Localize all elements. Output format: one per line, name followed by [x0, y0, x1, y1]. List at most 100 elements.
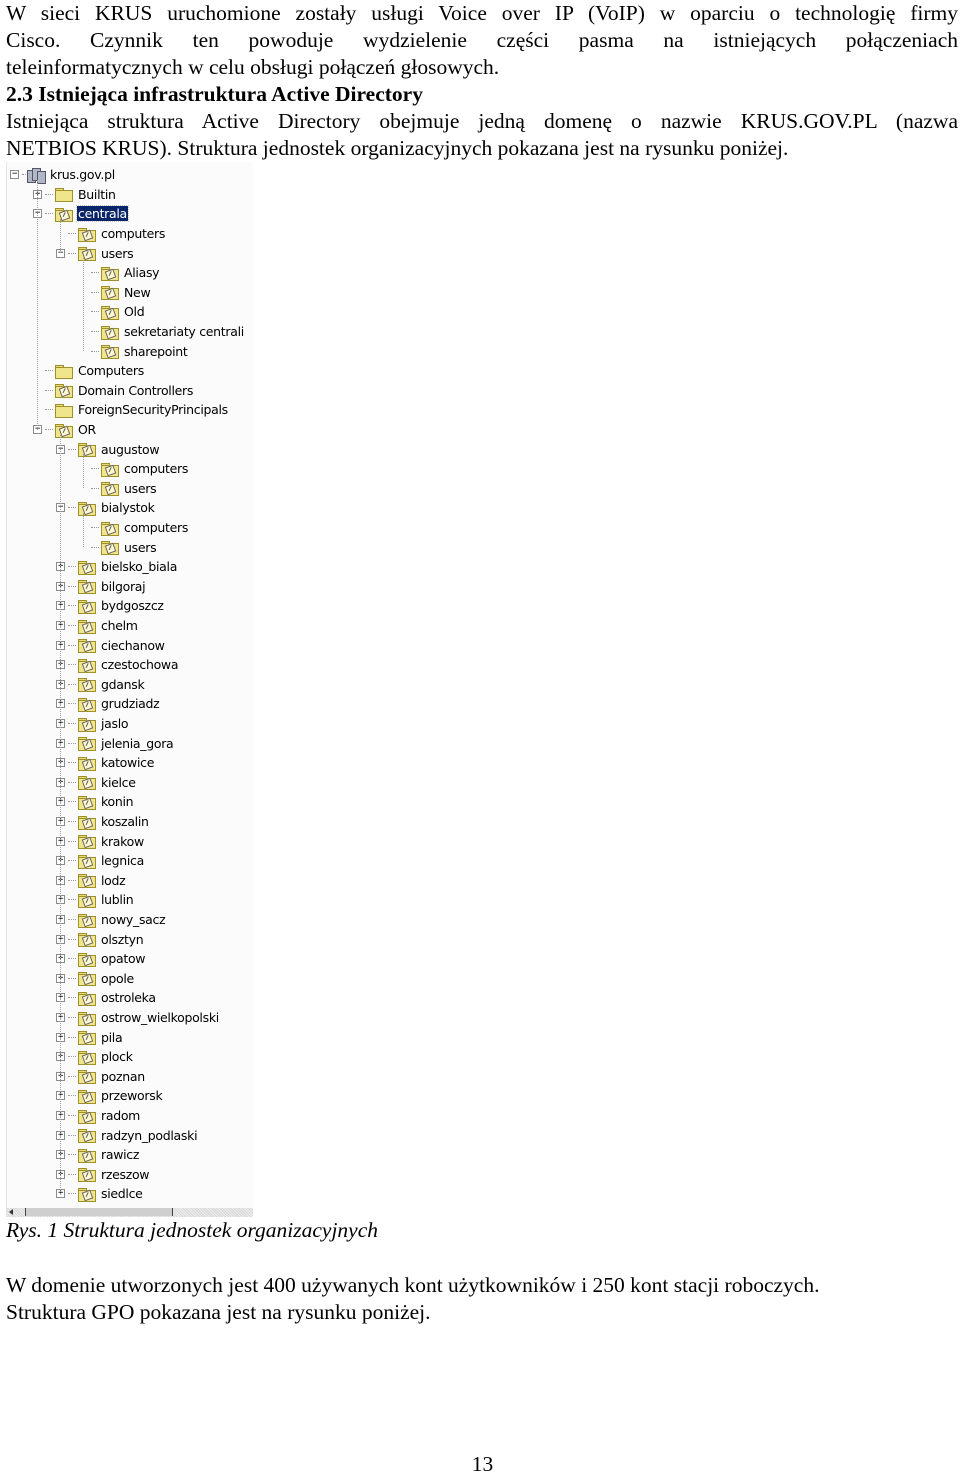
tree-node[interactable]: + bilgoraj: [56, 577, 146, 597]
tree-node[interactable]: + nowy_sacz: [56, 910, 166, 930]
tree-node[interactable]: + czestochowa: [56, 655, 179, 675]
scroll-left-arrow-icon[interactable]: [9, 1209, 13, 1215]
horizontal-scrollbar[interactable]: [7, 1208, 253, 1217]
tree-node-label[interactable]: czestochowa: [100, 657, 179, 672]
tree-node-label[interactable]: kielce: [100, 775, 137, 790]
tree-node[interactable]: + chelm: [56, 616, 139, 636]
tree-node[interactable]: + plock: [56, 1047, 134, 1067]
tree-node[interactable]: + krakow: [56, 831, 145, 851]
tree-node[interactable]: + ostrow_wielkopolski: [56, 1008, 220, 1028]
tree-node[interactable]: + rzeszow: [56, 1165, 150, 1185]
tree-node[interactable]: + jaslo: [56, 714, 129, 734]
tree-node-label[interactable]: katowice: [100, 755, 155, 770]
tree-node-label[interactable]: computers: [123, 461, 189, 476]
tree-node[interactable]: − krus.gov.pl: [10, 165, 116, 185]
tree-node[interactable]: Old: [79, 302, 145, 322]
tree-node[interactable]: − centrala: [33, 204, 129, 224]
tree-node[interactable]: computers: [79, 459, 189, 479]
tree-node-label[interactable]: lublin: [100, 892, 134, 907]
tree-node-label[interactable]: OR: [77, 422, 97, 437]
tree-node-label[interactable]: New: [123, 285, 151, 300]
tree-node-label[interactable]: legnica: [100, 853, 145, 868]
tree-node[interactable]: users: [79, 537, 157, 557]
tree-node[interactable]: + pila: [56, 1027, 123, 1047]
tree-node-label[interactable]: jaslo: [100, 716, 129, 731]
tree-node-label[interactable]: bialystok: [100, 500, 156, 515]
tree-node-label[interactable]: pila: [100, 1030, 123, 1045]
tree-node-label[interactable]: poznan: [100, 1069, 146, 1084]
tree-node-label[interactable]: centrala: [76, 205, 129, 223]
tree-node-label[interactable]: sharepoint: [123, 344, 189, 359]
collapse-icon[interactable]: −: [10, 170, 19, 180]
tree-node[interactable]: Aliasy: [79, 263, 160, 283]
tree-node-label[interactable]: gdansk: [100, 677, 145, 692]
tree-node[interactable]: + bydgoszcz: [56, 596, 165, 616]
tree-node[interactable]: + kielce: [56, 773, 137, 793]
tree-node[interactable]: sekretariaty centrali: [79, 322, 245, 342]
tree-node-label[interactable]: opole: [100, 971, 135, 986]
tree-node-label[interactable]: lodz: [100, 873, 126, 888]
tree-node-label[interactable]: radzyn_podlaski: [100, 1128, 198, 1143]
tree-node[interactable]: New: [79, 283, 151, 303]
tree-node-label[interactable]: users: [100, 246, 134, 261]
tree-node[interactable]: − augustow: [56, 439, 160, 459]
tree-node-label[interactable]: ciechanow: [100, 638, 166, 653]
scrollbar-thumb[interactable]: [25, 1208, 173, 1216]
tree-node-label[interactable]: olsztyn: [100, 932, 144, 947]
tree-node-label[interactable]: siedlce: [100, 1186, 144, 1201]
tree-node[interactable]: + lublin: [56, 890, 134, 910]
tree-node-label[interactable]: konin: [100, 794, 134, 809]
tree-node[interactable]: + konin: [56, 792, 134, 812]
tree-node[interactable]: + opatow: [56, 949, 146, 969]
tree-node-label[interactable]: Old: [123, 304, 145, 319]
tree-node[interactable]: computers: [56, 224, 166, 244]
tree-node-label[interactable]: users: [123, 540, 157, 555]
tree-node[interactable]: + radom: [56, 1106, 141, 1126]
tree-node-label[interactable]: users: [123, 481, 157, 496]
tree-node[interactable]: + siedlce: [56, 1184, 144, 1204]
tree-node[interactable]: + Builtin: [33, 185, 117, 205]
tree-node-label[interactable]: krakow: [100, 834, 145, 849]
tree-node-label[interactable]: ostrow_wielkopolski: [100, 1010, 220, 1025]
tree-node[interactable]: + ostroleka: [56, 988, 157, 1008]
tree-node[interactable]: users: [79, 479, 157, 499]
tree-node-label[interactable]: sekretariaty centrali: [123, 324, 245, 339]
tree-node-label[interactable]: bilgoraj: [100, 579, 146, 594]
tree-node[interactable]: − bialystok: [56, 498, 156, 518]
tree-node[interactable]: + radzyn_podlaski: [56, 1125, 198, 1145]
tree-node[interactable]: + opole: [56, 969, 135, 989]
tree-node-label[interactable]: Aliasy: [123, 265, 160, 280]
tree-node-label[interactable]: przeworsk: [100, 1088, 163, 1103]
tree-node[interactable]: + rawicz: [56, 1145, 140, 1165]
tree-node[interactable]: + przeworsk: [56, 1086, 163, 1106]
tree-node-label[interactable]: koszalin: [100, 814, 150, 829]
tree-node-label[interactable]: plock: [100, 1049, 134, 1064]
tree-node[interactable]: + olsztyn: [56, 929, 144, 949]
tree-node[interactable]: ForeignSecurityPrincipals: [33, 400, 229, 420]
tree-node-label[interactable]: ostroleka: [100, 990, 157, 1005]
tree-node[interactable]: + bielsko_biala: [56, 557, 178, 577]
tree-node-label[interactable]: computers: [123, 520, 189, 535]
tree-node[interactable]: + grudziadz: [56, 694, 160, 714]
tree-node-label[interactable]: grudziadz: [100, 696, 160, 711]
tree-node[interactable]: − OR: [33, 420, 97, 440]
tree-node[interactable]: + koszalin: [56, 812, 150, 832]
tree-node-label[interactable]: Builtin: [77, 187, 117, 202]
tree-node[interactable]: computers: [79, 518, 189, 538]
tree-node-label[interactable]: jelenia_gora: [100, 736, 174, 751]
tree-node[interactable]: sharepoint: [79, 341, 189, 361]
tree-node-label[interactable]: computers: [100, 226, 166, 241]
tree-node-label[interactable]: radom: [100, 1108, 141, 1123]
tree-node[interactable]: + lodz: [56, 871, 126, 891]
tree-node-label[interactable]: chelm: [100, 618, 139, 633]
tree-node[interactable]: + legnica: [56, 851, 145, 871]
tree-node-label[interactable]: nowy_sacz: [100, 912, 166, 927]
tree-node-label[interactable]: krus.gov.pl: [49, 167, 116, 182]
tree-node-label[interactable]: augustow: [100, 442, 160, 457]
tree-node[interactable]: + poznan: [56, 1067, 146, 1087]
tree-node[interactable]: + katowice: [56, 753, 155, 773]
tree-node-label[interactable]: opatow: [100, 951, 146, 966]
tree-node[interactable]: + jelenia_gora: [56, 733, 174, 753]
tree-node[interactable]: − users: [56, 243, 134, 263]
tree-node-label[interactable]: rzeszow: [100, 1167, 150, 1182]
